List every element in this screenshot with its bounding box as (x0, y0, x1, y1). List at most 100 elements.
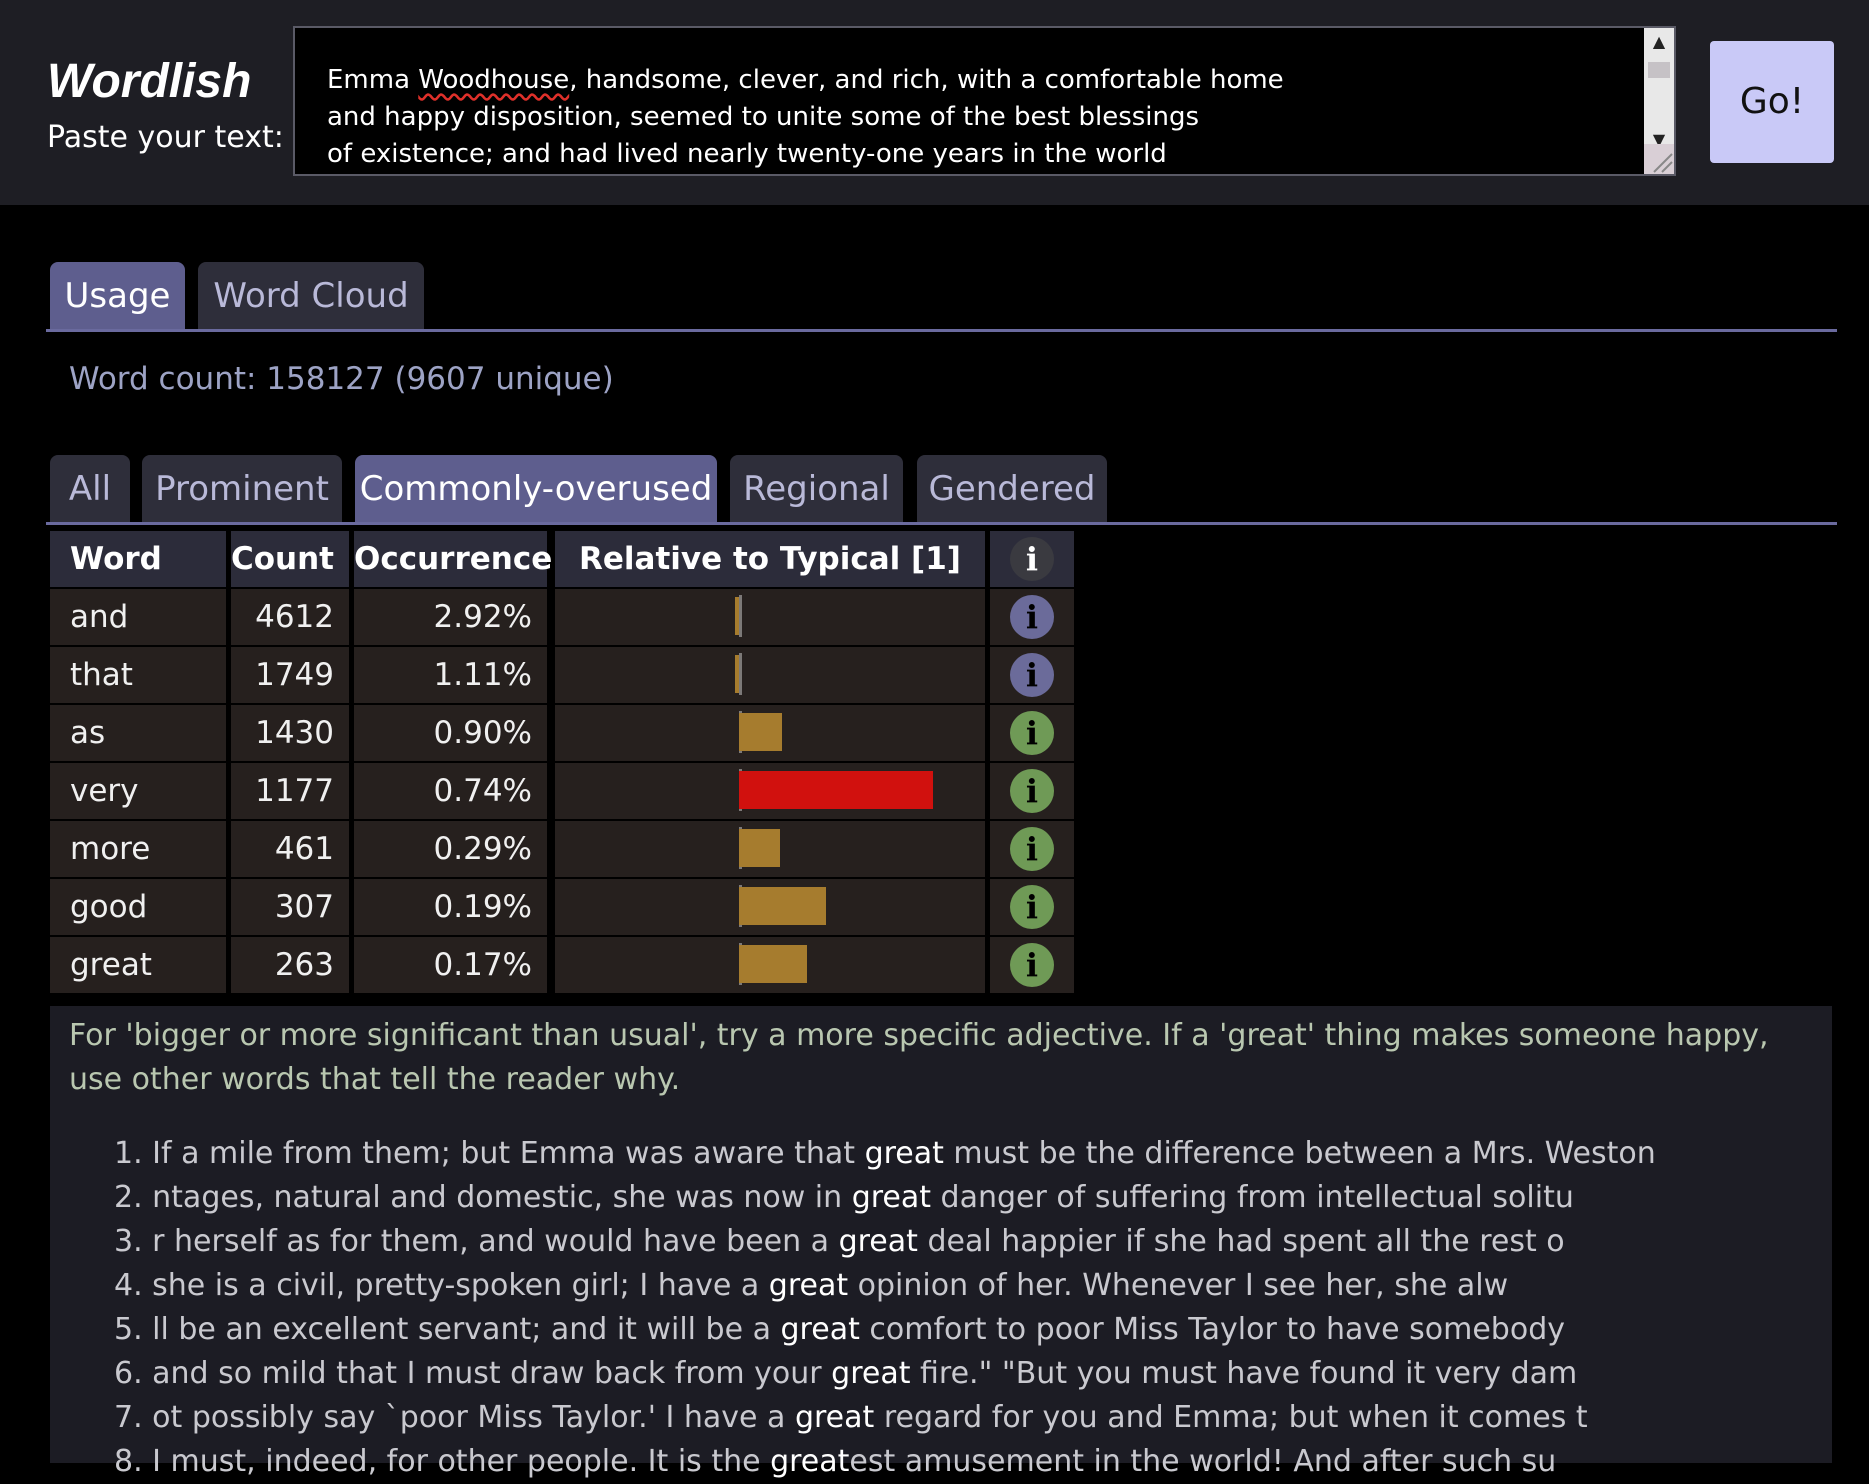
example-item: 6. and so mild that I must draw back fro… (114, 1352, 1656, 1396)
paste-label: Paste your text: (47, 120, 284, 155)
cell-count: 263 (231, 937, 349, 993)
header-occurrence: Occurrence (354, 531, 552, 587)
example-item: 7. ot possibly say `poor Miss Taylor.' I… (114, 1396, 1656, 1440)
example-item: 8. I must, indeed, for other people. It … (114, 1440, 1656, 1484)
example-after: must be the difference between a Mrs. We… (943, 1136, 1656, 1171)
info-icon[interactable]: i (1010, 595, 1054, 639)
relative-bar (739, 945, 807, 983)
tab-usage[interactable]: Usage (50, 262, 185, 330)
text-input-content[interactable]: Emma Woodhouse, handsome, clever, and ri… (327, 62, 1284, 173)
example-after: regard for you and Emma; but when it com… (874, 1400, 1588, 1435)
example-highlight: great (864, 1136, 944, 1171)
app-header: Wordlish Paste your text: Emma Woodhouse… (0, 0, 1869, 205)
info-icon[interactable]: i (1010, 885, 1054, 929)
advice-text: For 'bigger or more significant than usu… (69, 1018, 1769, 1097)
example-highlight: great (794, 1400, 875, 1435)
example-item: 5. ll be an excellent servant; and it wi… (114, 1308, 1656, 1352)
cell-occurrence: 0.17% (354, 937, 547, 993)
cell-occurrence: 0.74% (354, 763, 547, 819)
example-item: 2. ntages, natural and domestic, she was… (114, 1176, 1656, 1220)
tab-regional[interactable]: Regional (730, 455, 903, 523)
cell-info: i (990, 937, 1074, 993)
bar-baseline (739, 653, 742, 695)
cell-info: i (990, 589, 1074, 645)
cell-info: i (990, 705, 1074, 761)
cell-word: great (50, 937, 226, 993)
text-input[interactable]: Emma Woodhouse, handsome, clever, and ri… (293, 26, 1676, 176)
input-line-2: and happy disposition, seemed to unite s… (327, 102, 1200, 132)
cell-word: more (50, 821, 226, 877)
cell-relative (555, 705, 985, 761)
scroll-thumb[interactable] (1648, 62, 1670, 78)
cell-count: 1430 (231, 705, 349, 761)
tab-all[interactable]: All (50, 455, 130, 523)
app-title: Wordlish (47, 55, 252, 108)
example-item: 1. If a mile from them; but Emma was awa… (114, 1132, 1656, 1176)
example-before: 7. ot possibly say `poor Miss Taylor.' I… (114, 1400, 795, 1435)
example-highlight: great (851, 1180, 932, 1215)
tab-gendered[interactable]: Gendered (917, 455, 1107, 523)
cell-occurrence: 0.90% (354, 705, 547, 761)
cell-count: 1749 (231, 647, 349, 703)
scroll-up-icon[interactable]: ▲ (1644, 30, 1674, 54)
example-highlight: great (831, 1356, 911, 1391)
cell-word: and (50, 589, 226, 645)
misspelled-word: Woodhouse (418, 65, 570, 95)
go-button[interactable]: Go! (1710, 41, 1834, 163)
cell-word: that (50, 647, 226, 703)
example-before: 6. and so mild that I must draw back fro… (114, 1356, 832, 1391)
cell-relative (555, 821, 985, 877)
cell-relative (555, 589, 985, 645)
example-highlight: great (770, 1444, 850, 1479)
input-line-1: Emma Woodhouse, handsome, clever, and ri… (327, 65, 1284, 95)
cell-info: i (990, 763, 1074, 819)
header-count: Count (231, 531, 349, 587)
cell-relative (555, 763, 985, 819)
cell-count: 461 (231, 821, 349, 877)
cell-relative (555, 879, 985, 935)
example-item: 3. r herself as for them, and would have… (114, 1220, 1656, 1264)
word-detail-panel: For 'bigger or more significant than usu… (50, 1006, 1832, 1479)
tab-commonly-overused[interactable]: Commonly-overused (355, 455, 717, 523)
cell-count: 1177 (231, 763, 349, 819)
cell-occurrence: 0.19% (354, 879, 547, 935)
example-before: 4. she is a civil, pretty-spoken girl; I… (114, 1268, 769, 1303)
example-before: 2. ntages, natural and domestic, she was… (114, 1180, 852, 1215)
cell-info: i (990, 821, 1074, 877)
tab-word-cloud[interactable]: Word Cloud (198, 262, 424, 330)
input-line-3: of existence; and had lived nearly twent… (327, 139, 1167, 169)
relative-bar (735, 597, 739, 635)
info-icon[interactable]: i (1010, 711, 1054, 755)
example-list: 1. If a mile from them; but Emma was awa… (114, 1132, 1656, 1484)
cell-occurrence: 2.92% (354, 589, 547, 645)
info-icon[interactable]: i (1010, 653, 1054, 697)
cell-count: 4612 (231, 589, 349, 645)
header-info: i (990, 531, 1074, 587)
cell-relative (555, 937, 985, 993)
info-icon[interactable]: i (1010, 537, 1054, 581)
cell-info: i (990, 647, 1074, 703)
example-after: est amusement in the world! And after su… (849, 1444, 1557, 1479)
header-relative: Relative to Typical [1] (555, 531, 985, 587)
tab-prominent[interactable]: Prominent (142, 455, 342, 523)
example-highlight: great (768, 1268, 849, 1303)
cell-word: very (50, 763, 226, 819)
cell-word: good (50, 879, 226, 935)
info-icon[interactable]: i (1010, 769, 1054, 813)
example-after: comfort to poor Miss Taylor to have some… (859, 1312, 1566, 1347)
example-highlight: great (838, 1224, 918, 1259)
relative-bar (739, 829, 780, 867)
relative-bar (739, 771, 933, 809)
example-after: opinion of her. Whenever I see her, she … (848, 1268, 1509, 1303)
relative-bar (739, 713, 782, 751)
example-after: deal happier if she had spent all the re… (917, 1224, 1565, 1259)
resize-grip-icon[interactable] (1644, 144, 1674, 174)
word-count: Word count: 158127 (9607 unique) (69, 361, 614, 397)
example-before: 8. I must, indeed, for other people. It … (114, 1444, 771, 1479)
cell-occurrence: 1.11% (354, 647, 547, 703)
header-word: Word (50, 531, 226, 587)
info-icon[interactable]: i (1010, 943, 1054, 987)
info-icon[interactable]: i (1010, 827, 1054, 871)
cell-relative (555, 647, 985, 703)
example-item: 4. she is a civil, pretty-spoken girl; I… (114, 1264, 1656, 1308)
